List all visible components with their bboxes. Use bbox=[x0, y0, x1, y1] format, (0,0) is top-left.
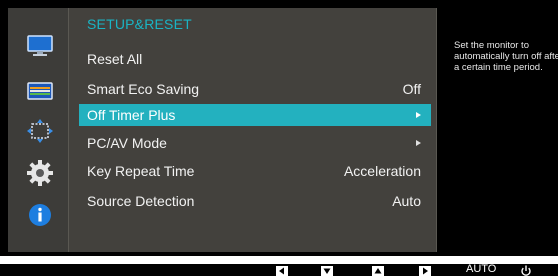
color-icon[interactable] bbox=[24, 77, 56, 105]
power-icon[interactable] bbox=[519, 265, 533, 276]
setup-reset-menu: SETUP&RESET Reset All Smart Eco Saving O… bbox=[68, 8, 437, 252]
down-arrow-icon[interactable] bbox=[321, 266, 333, 276]
menu-item-smart-eco-saving[interactable]: Smart Eco Saving Off bbox=[79, 78, 431, 100]
menu-item-value: Auto bbox=[392, 193, 421, 209]
menu-item-value: Acceleration bbox=[343, 163, 421, 179]
category-sidebar bbox=[8, 8, 68, 252]
auto-button[interactable]: AUTO bbox=[466, 263, 496, 276]
right-arrow-icon[interactable] bbox=[419, 266, 431, 276]
menu-title: SETUP&RESET bbox=[87, 16, 192, 32]
menu-item-label: PC/AV Mode bbox=[87, 135, 167, 151]
menu-item-key-repeat-time[interactable]: Key Repeat Time Acceleration bbox=[79, 160, 431, 182]
menu-item-source-detection[interactable]: Source Detection Auto bbox=[79, 190, 431, 212]
left-arrow-icon[interactable] bbox=[276, 266, 288, 276]
setup-reset-gear-icon[interactable] bbox=[24, 159, 56, 187]
menu-item-label: Source Detection bbox=[87, 193, 195, 209]
submenu-arrow-icon bbox=[416, 140, 421, 146]
up-arrow-icon[interactable] bbox=[372, 266, 384, 276]
help-panel: Set the monitor to automatically turn of… bbox=[437, 8, 558, 252]
menu-item-off-timer-plus[interactable]: Off Timer Plus bbox=[79, 104, 431, 126]
menu-item-label: Reset All bbox=[87, 51, 143, 67]
information-icon[interactable] bbox=[24, 201, 56, 229]
menu-item-label: Key Repeat Time bbox=[87, 163, 195, 179]
menu-item-label: Smart Eco Saving bbox=[87, 81, 200, 97]
help-text: Set the monitor to automatically turn of… bbox=[454, 40, 558, 73]
menu-item-value: Off bbox=[402, 81, 421, 97]
menu-item-pc-av-mode[interactable]: PC/AV Mode bbox=[79, 132, 431, 154]
menu-item-reset-all[interactable]: Reset All bbox=[79, 48, 431, 70]
submenu-arrow-icon bbox=[416, 112, 421, 118]
picture-icon[interactable] bbox=[24, 32, 56, 60]
menu-item-label: Off Timer Plus bbox=[87, 107, 176, 123]
size-position-icon[interactable] bbox=[24, 117, 56, 145]
